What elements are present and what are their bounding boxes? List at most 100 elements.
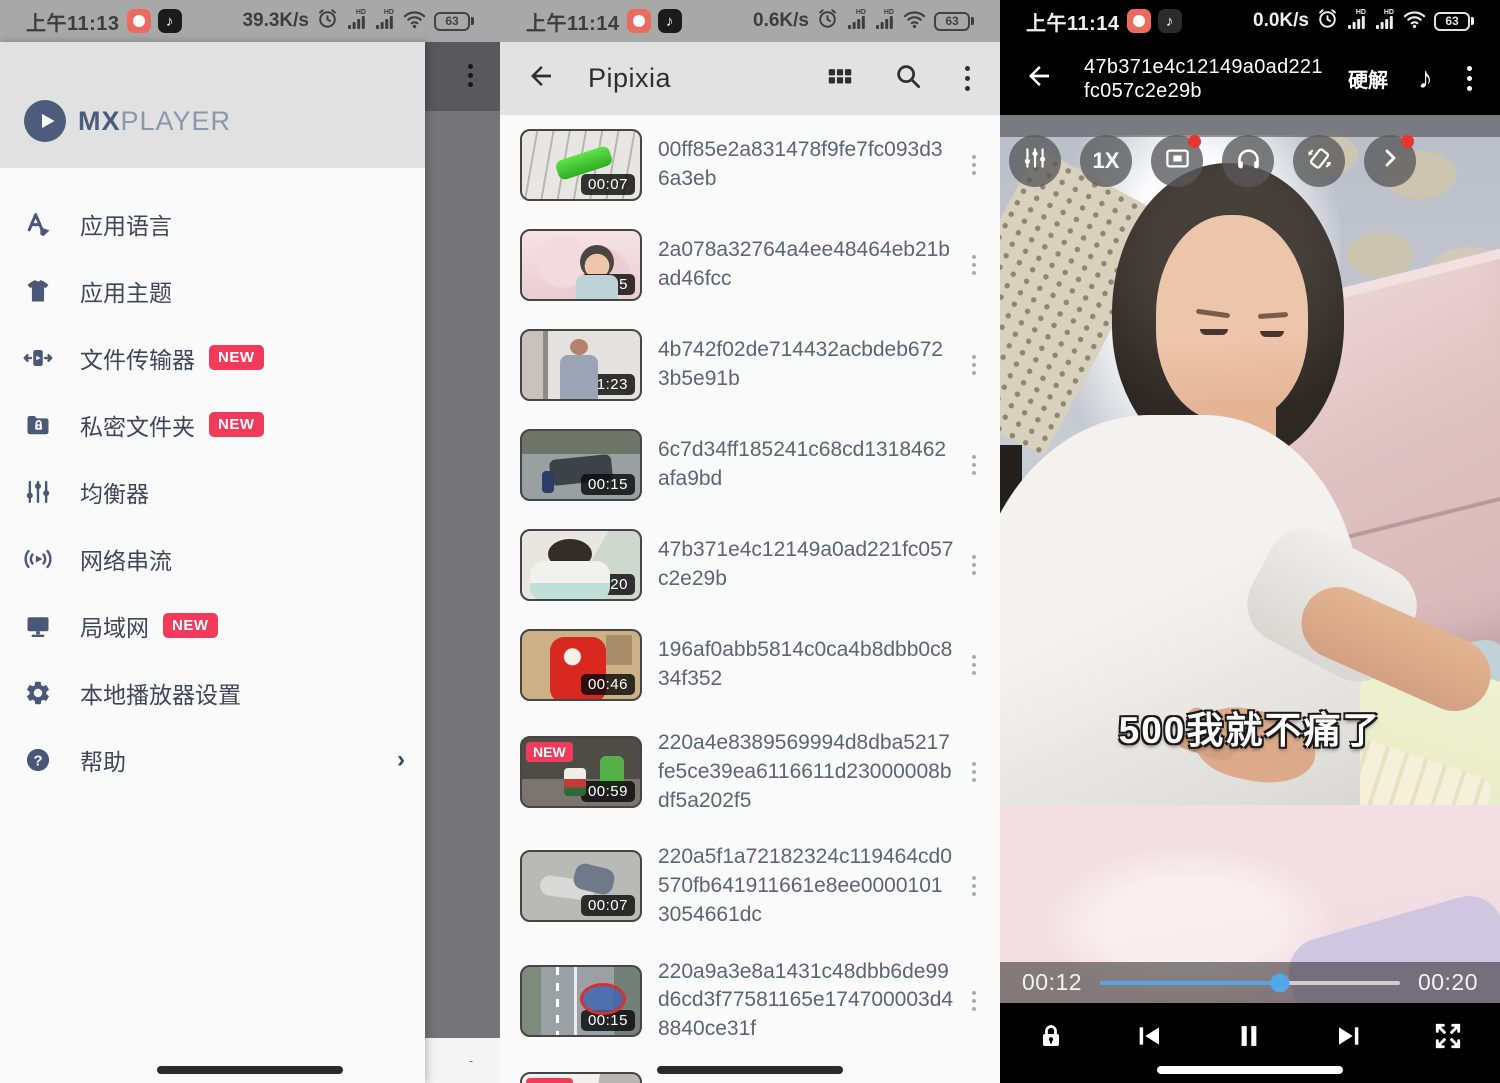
duration-badge: 00:07 bbox=[581, 895, 635, 916]
svg-text:HD: HD bbox=[856, 9, 866, 16]
home-indicator[interactable] bbox=[157, 1066, 343, 1074]
network-stream-icon bbox=[23, 544, 53, 574]
row-overflow-button[interactable] bbox=[966, 649, 982, 681]
row-overflow-button[interactable] bbox=[966, 549, 982, 581]
next-button[interactable] bbox=[1333, 1020, 1365, 1057]
drawer-item-file-transfer[interactable]: 文件传输器 NEW bbox=[0, 324, 425, 391]
lan-icon bbox=[23, 611, 53, 641]
row-overflow-button[interactable] bbox=[966, 349, 982, 381]
file-list: 00:0700ff85e2a831478f9fe7fc093d36a3eb00:… bbox=[500, 115, 1000, 1083]
file-name: 196af0abb5814c0ca4b8dbb0c834f352 bbox=[658, 636, 954, 694]
seek-knob[interactable] bbox=[1270, 973, 1289, 992]
file-row[interactable]: 00:15 6c7d34ff185241c68cd1318462afa9bd bbox=[500, 415, 1000, 515]
file-row[interactable]: 00:152a078a32764a4ee48464eb21bad46fcc bbox=[500, 215, 1000, 315]
svg-text:?: ? bbox=[33, 752, 42, 769]
status-bar: 上午11:14 ♪ 0.6K/s HD HD 63 bbox=[500, 0, 1000, 42]
equalizer-button[interactable] bbox=[1009, 135, 1061, 187]
total-time: 00:20 bbox=[1418, 969, 1478, 996]
rotate-screen-button[interactable] bbox=[1293, 135, 1345, 187]
video-thumbnail[interactable]: NEW bbox=[520, 1072, 642, 1083]
file-row[interactable]: 00:07 00ff85e2a831478f9fe7fc093d36a3eb bbox=[500, 115, 1000, 215]
person-art bbox=[1200, 329, 1228, 335]
more-tools-button[interactable] bbox=[1364, 135, 1416, 187]
pause-button[interactable] bbox=[1232, 1019, 1266, 1058]
video-thumbnail[interactable]: NEW00:59 bbox=[520, 736, 642, 808]
screen-record-icon bbox=[627, 9, 651, 33]
person-face-art bbox=[1156, 215, 1308, 421]
video-thumbnail[interactable]: 00:15 bbox=[520, 965, 642, 1037]
video-thumbnail[interactable]: 00:46 bbox=[520, 629, 642, 701]
home-indicator[interactable] bbox=[657, 1066, 843, 1074]
file-row[interactable]: 01:234b742f02de714432acbdeb6723b5e91b bbox=[500, 315, 1000, 415]
home-indicator[interactable] bbox=[1157, 1066, 1343, 1074]
status-time: 上午11:13 bbox=[26, 7, 120, 36]
back-button[interactable] bbox=[526, 61, 556, 96]
file-row[interactable]: NEW00:59220a4e8389569994d8dba5217fe5ce39… bbox=[500, 715, 1000, 829]
previous-button[interactable] bbox=[1133, 1020, 1165, 1057]
dimmed-footer bbox=[425, 1038, 500, 1061]
duration-badge: 00:07 bbox=[581, 174, 635, 195]
new-badge: NEW bbox=[526, 1078, 573, 1083]
signal-icon: HD bbox=[846, 7, 867, 36]
file-row[interactable]: 00:07220a5f1a72182324c119464cd0570fb6419… bbox=[500, 829, 1000, 943]
file-name: 00ff85e2a831478f9fe7fc093d36a3eb bbox=[658, 136, 954, 194]
row-overflow-button[interactable] bbox=[966, 985, 982, 1017]
seek-slider[interactable] bbox=[1100, 981, 1400, 985]
drawer-item-translate[interactable]: 应用语言 bbox=[0, 190, 425, 257]
fullscreen-button[interactable] bbox=[1432, 1020, 1464, 1057]
video-title: 47b371e4c12149a0ad221fc057c2e29b bbox=[1084, 55, 1326, 103]
drawer-item-lan[interactable]: 局域网NEW bbox=[0, 592, 425, 659]
hw-decode-toggle[interactable]: 硬解 bbox=[1348, 64, 1388, 93]
row-overflow-button[interactable] bbox=[966, 449, 982, 481]
file-row[interactable]: 00:46 196af0abb5814c0ca4b8dbb0c834f352 bbox=[500, 615, 1000, 715]
headphones-button[interactable] bbox=[1222, 135, 1274, 187]
video-subtitle: 500我就不痛了 bbox=[1000, 700, 1500, 754]
file-row[interactable]: 00:15220a9a3e8a1431c48dbb6de99d6cd3f7758… bbox=[500, 944, 1000, 1058]
drawer-item-label: 文件传输器 bbox=[80, 341, 195, 375]
row-overflow-button[interactable] bbox=[966, 149, 982, 181]
drawer-header: MXPLAYER bbox=[0, 42, 425, 168]
video-thumbnail[interactable]: 00:07 bbox=[520, 850, 642, 922]
video-thumbnail[interactable]: 00:20 bbox=[520, 529, 642, 601]
alarm-icon bbox=[816, 7, 839, 35]
row-overflow-button[interactable] bbox=[966, 249, 982, 281]
screen-record-icon bbox=[1127, 9, 1151, 33]
grid-view-button[interactable] bbox=[825, 61, 855, 96]
battery-level: 63 bbox=[934, 12, 970, 31]
drawer-item-tshirt[interactable]: 应用主题 bbox=[0, 257, 425, 324]
drawer-item-label: 帮助 bbox=[80, 743, 126, 777]
lock-button[interactable] bbox=[1036, 1021, 1066, 1056]
screenshot-root: 上午11:13 ♪ 39.3K/s HD HD 63 bbox=[0, 0, 1500, 1083]
screen-record-icon bbox=[127, 9, 151, 33]
alarm-icon bbox=[316, 7, 339, 35]
back-button[interactable] bbox=[1024, 61, 1054, 96]
file-name: 6c7d34ff185241c68cd1318462afa9bd bbox=[658, 436, 954, 494]
drawer-item-help[interactable]: ?帮助› bbox=[0, 726, 425, 793]
search-button[interactable] bbox=[893, 61, 923, 96]
drawer-item-settings-gear[interactable]: 本地播放器设置 bbox=[0, 659, 425, 726]
pip-button[interactable] bbox=[1151, 135, 1203, 187]
playback-speed-button[interactable]: 1X bbox=[1080, 135, 1132, 187]
video-thumbnail[interactable]: 00:15 bbox=[520, 229, 642, 301]
audio-track-button[interactable]: ♪ bbox=[1418, 64, 1433, 94]
drawer-item-equalizer[interactable]: 均衡器 bbox=[0, 458, 425, 525]
drawer-scrim[interactable] bbox=[425, 42, 500, 1061]
player-header: 47b371e4c12149a0ad221fc057c2e29b 硬解 ♪ bbox=[1000, 42, 1500, 115]
drawer-item-private-folder[interactable]: 私密文件夹NEW bbox=[0, 391, 425, 458]
video-thumbnail[interactable]: 01:23 bbox=[520, 329, 642, 401]
new-badge: NEW bbox=[209, 345, 264, 370]
video-thumbnail[interactable]: 00:07 bbox=[520, 129, 642, 201]
overflow-menu-button[interactable] bbox=[961, 62, 974, 95]
drawer-item-network-stream[interactable]: 网络串流 bbox=[0, 525, 425, 592]
alarm-icon bbox=[1316, 7, 1339, 35]
file-row[interactable]: 00:20 47b371e4c12149a0ad221fc057c2e29b bbox=[500, 515, 1000, 615]
row-overflow-button[interactable] bbox=[966, 756, 982, 788]
file-name: 47b371e4c12149a0ad221fc057c2e29b bbox=[658, 536, 954, 594]
video-thumbnail[interactable]: 00:15 bbox=[520, 429, 642, 501]
video-frame[interactable] bbox=[1000, 115, 1500, 1083]
duration-badge: 00:46 bbox=[581, 674, 635, 695]
seek-fill bbox=[1100, 981, 1280, 985]
row-overflow-button[interactable] bbox=[966, 870, 982, 902]
overflow-menu-button[interactable] bbox=[1463, 62, 1476, 95]
net-speed: 39.3K/s bbox=[242, 10, 309, 32]
